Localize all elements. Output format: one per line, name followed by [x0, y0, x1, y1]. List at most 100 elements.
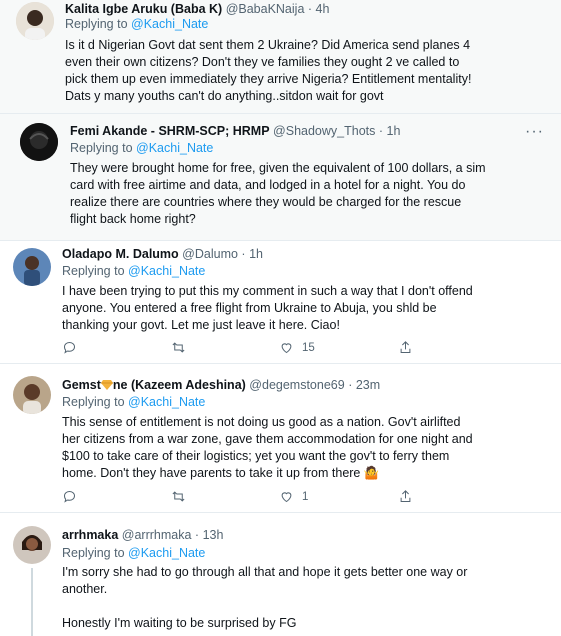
- replying-to: Replying to @Kachi_Nate: [65, 17, 208, 31]
- timestamp[interactable]: 1h: [249, 247, 263, 261]
- replying-to-label: Replying to: [70, 141, 133, 155]
- tweet-line: Honestly I'm waiting to be surprised by …: [62, 616, 297, 630]
- separator-dot: ·: [307, 2, 313, 16]
- replying-to: Replying to @Kachi_Nate: [62, 395, 205, 409]
- user-handle[interactable]: @BabaKNaija: [226, 2, 305, 16]
- avatar[interactable]: [16, 2, 54, 40]
- user-handle[interactable]: @degemstone69: [249, 378, 344, 392]
- avatar-image: [13, 248, 51, 286]
- retweet-button[interactable]: [171, 340, 186, 355]
- replying-to-label: Replying to: [62, 395, 125, 409]
- share-icon: [400, 490, 411, 502]
- tweet-line: flight back home right?: [70, 212, 196, 226]
- separator-dot: ·: [348, 378, 353, 392]
- tweet-line: Is it d Nigerian Govt dat sent them 2 Uk…: [65, 38, 471, 52]
- tweet-line: even their own citizens? Don't they ve f…: [65, 55, 460, 69]
- display-name[interactable]: Kalita Igbe Aruku (Baba K): [65, 2, 222, 16]
- tweet-5[interactable]: arrhmaka @arrrhmaka · 13h Replying to @K…: [0, 513, 561, 636]
- replying-to-label: Replying to: [65, 17, 128, 31]
- share-button[interactable]: [398, 489, 413, 504]
- like-icon: [281, 343, 292, 354]
- tweet-actions: 15: [62, 340, 422, 358]
- user-handle[interactable]: @arrrhmaka: [122, 528, 192, 542]
- tweet-text: They were brought home for free, given t…: [70, 160, 486, 228]
- reply-button[interactable]: [62, 340, 77, 355]
- replying-to: Replying to @Kachi_Nate: [62, 264, 205, 278]
- separator-dot: ·: [378, 124, 384, 138]
- display-name-part[interactable]: Gemst: [62, 378, 101, 392]
- timestamp[interactable]: 1h: [387, 124, 401, 138]
- tweet-header: Gemst ne (Kazeem Adeshina) @degemstone69 …: [62, 378, 380, 392]
- mention-link[interactable]: @Kachi_Nate: [131, 17, 208, 31]
- tweet-line: $100 to take care of their logistics; ye…: [62, 449, 450, 463]
- tweet-line: [62, 598, 467, 615]
- tweet-line: Dats y many youths can't do anything..si…: [65, 89, 384, 103]
- tweet-1[interactable]: Kalita Igbe Aruku (Baba K) @BabaKNaija ·…: [0, 0, 561, 113]
- timestamp[interactable]: 13h: [203, 528, 224, 542]
- retweet-button[interactable]: [171, 489, 186, 504]
- tweet-line: I'm sorry she had to go through all that…: [62, 565, 468, 579]
- mention-link[interactable]: @Kachi_Nate: [128, 264, 205, 278]
- tweet-header: Kalita Igbe Aruku (Baba K) @BabaKNaija ·…: [65, 2, 329, 16]
- tweet-line: her citizens from a war zone, gave them …: [62, 432, 473, 446]
- shrug-emoji: 🤷: [363, 466, 380, 480]
- display-name[interactable]: Oladapo M. Dalumo: [62, 247, 179, 261]
- mention-link[interactable]: @Kachi_Nate: [128, 546, 205, 560]
- avatar[interactable]: [13, 526, 51, 564]
- avatar[interactable]: [13, 376, 51, 414]
- tweet-line: They were brought home for free, given t…: [70, 161, 486, 175]
- mention-link[interactable]: @Kachi_Nate: [128, 395, 205, 409]
- display-name[interactable]: Femi Akande - SHRM-SCP; HRMP: [70, 124, 270, 138]
- share-button[interactable]: [398, 340, 413, 355]
- user-handle[interactable]: @Dalumo: [182, 247, 238, 261]
- tweet-line-text: home. Don't they have parents to take it…: [62, 466, 361, 480]
- avatar-image: [13, 526, 51, 564]
- display-name-part[interactable]: ne (Kazeem Adeshina): [113, 378, 246, 392]
- replying-to-label: Replying to: [62, 546, 125, 560]
- tweet-line: pick them up even immediately they arriv…: [65, 72, 472, 86]
- avatar[interactable]: [13, 248, 51, 286]
- timestamp[interactable]: 23m: [356, 378, 380, 392]
- gem-emoji-icon: [100, 380, 113, 390]
- tweet-2[interactable]: Femi Akande - SHRM-SCP; HRMP @Shadowy_Th…: [0, 114, 561, 240]
- tweet-line: another.: [62, 582, 108, 596]
- avatar[interactable]: [20, 123, 58, 161]
- like-count: 15: [302, 341, 315, 354]
- reply-button[interactable]: [62, 489, 77, 504]
- like-button[interactable]: 15: [279, 340, 315, 355]
- avatar-image: [13, 376, 51, 414]
- avatar-image: [16, 2, 54, 40]
- replying-to: Replying to @Kachi_Nate: [70, 141, 213, 155]
- reply-icon: [63, 490, 76, 503]
- tweet-line: card with free airtime and data, and lod…: [70, 178, 466, 192]
- timestamp[interactable]: 4h: [316, 2, 330, 16]
- thread-line: [31, 568, 33, 636]
- tweet-line: This sense of entitlement is not doing u…: [62, 415, 461, 429]
- tweet-header: Femi Akande - SHRM-SCP; HRMP @Shadowy_Th…: [70, 124, 400, 138]
- like-icon: [281, 492, 292, 503]
- tweet-text: I'm sorry she had to go through all that…: [62, 564, 467, 632]
- user-handle[interactable]: @Shadowy_Thots: [273, 124, 375, 138]
- share-icon: [400, 341, 411, 353]
- replying-to: Replying to @Kachi_Nate: [62, 546, 205, 560]
- display-name[interactable]: arrhmaka: [62, 528, 118, 542]
- tweet-line: anyone. You entered a free flight from U…: [62, 301, 437, 315]
- tweet-line: thanking your govt. Let me just leave it…: [62, 318, 340, 332]
- retweet-icon: [172, 491, 185, 502]
- tweet-line: home. Don't they have parents to take it…: [62, 465, 473, 482]
- mention-link[interactable]: @Kachi_Nate: [136, 141, 213, 155]
- like-button[interactable]: 1: [279, 489, 308, 504]
- tweet-text: Is it d Nigerian Govt dat sent them 2 Uk…: [65, 37, 471, 105]
- tweet-text: I have been trying to put this my commen…: [62, 283, 473, 334]
- tweet-header: Oladapo M. Dalumo @Dalumo · 1h: [62, 247, 263, 261]
- tweet-line: realize there are countries where they w…: [70, 195, 462, 209]
- tweet-4[interactable]: Gemst ne (Kazeem Adeshina) @degemstone69 …: [0, 364, 561, 512]
- replying-to-label: Replying to: [62, 264, 125, 278]
- tweet-3[interactable]: Oladapo M. Dalumo @Dalumo · 1h Replying …: [0, 241, 561, 363]
- more-icon[interactable]: ···: [525, 124, 544, 140]
- tweet-text: This sense of entitlement is not doing u…: [62, 414, 473, 482]
- tweet-line: I have been trying to put this my commen…: [62, 284, 473, 298]
- tweet-actions: 1: [62, 489, 422, 507]
- reply-icon: [63, 341, 76, 354]
- separator-dot: ·: [241, 247, 246, 261]
